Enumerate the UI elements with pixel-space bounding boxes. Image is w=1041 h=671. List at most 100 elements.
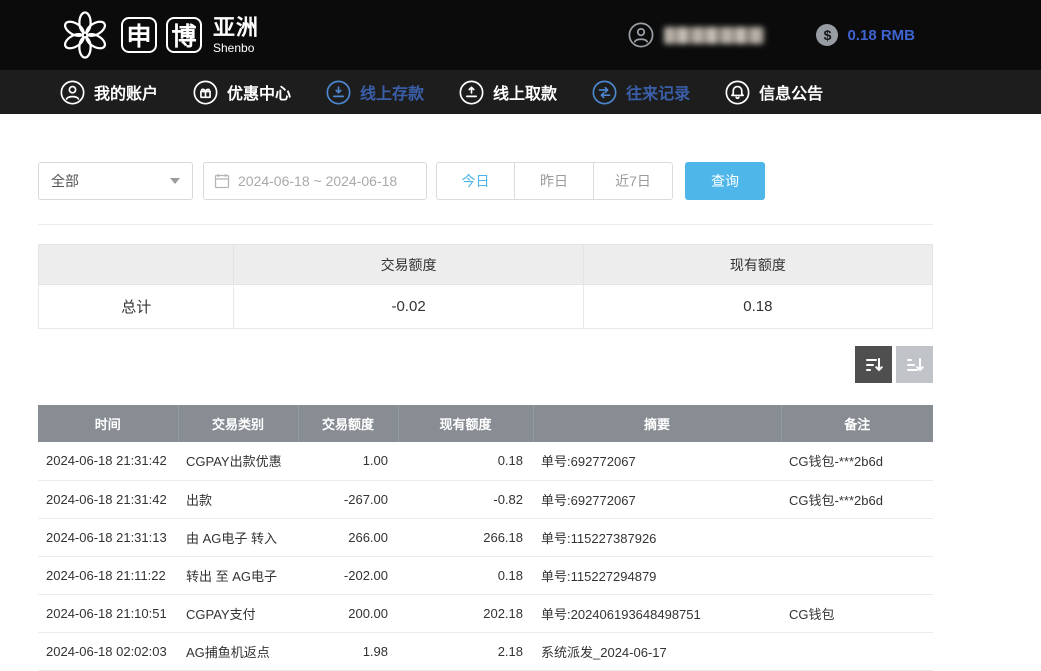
col-header-summary: 摘要 <box>533 405 781 442</box>
nav-item-announcements[interactable]: 信息公告 <box>725 80 823 105</box>
search-button[interactable]: 查询 <box>685 162 765 200</box>
summary-transaction-amount: -0.02 <box>234 285 583 329</box>
col-header-type: 交易类别 <box>178 405 298 442</box>
records-table: 时间 交易类别 交易额度 现有额度 摘要 备注 2024-06-18 21:31… <box>38 405 933 671</box>
table-cell: 266.00 <box>298 518 398 556</box>
table-cell: 2024-06-18 21:31:42 <box>38 442 178 480</box>
records-page: 全部 2024-06-18 ~ 2024-06-18 今日 昨日 近7日 查询 … <box>38 162 933 671</box>
table-cell <box>781 518 933 556</box>
nav-label: 优惠中心 <box>227 80 291 104</box>
nav-label: 线上存款 <box>360 80 424 104</box>
balance-amount: 0.18 RMB <box>847 27 915 44</box>
type-filter-value: 全部 <box>51 171 79 191</box>
transfer-arrows-icon <box>592 80 617 105</box>
table-row: 2024-06-18 21:31:42出款-267.00-0.82单号:6927… <box>38 480 933 518</box>
brand-char-bo: 博 <box>166 17 202 53</box>
col-header-time: 时间 <box>38 405 178 442</box>
gift-icon <box>193 80 218 105</box>
date-range-input[interactable]: 2024-06-18 ~ 2024-06-18 <box>203 162 427 200</box>
table-cell: 单号:692772067 <box>533 480 781 518</box>
sort-ascending-button[interactable] <box>896 346 933 383</box>
col-header-transaction-amount: 交易额度 <box>298 405 398 442</box>
table-cell: -202.00 <box>298 556 398 594</box>
table-cell: 2024-06-18 21:11:22 <box>38 556 178 594</box>
table-cell: 266.18 <box>398 518 533 556</box>
flower-logo-icon <box>58 8 112 62</box>
table-cell: CG钱包-***2b6d <box>781 442 933 480</box>
nav-label: 往来记录 <box>626 80 690 104</box>
table-cell: 单号:202406193648498751 <box>533 594 781 632</box>
balance-display[interactable]: $ 0.18 RMB <box>816 24 915 46</box>
table-cell: 1.00 <box>298 442 398 480</box>
summary-table: 交易额度 现有额度 总计 -0.02 0.18 <box>38 244 933 329</box>
table-cell: 系统派发_2024-06-17 <box>533 632 781 670</box>
summary-total-label: 总计 <box>39 285 234 329</box>
user-account[interactable] <box>628 22 764 48</box>
table-cell: 2.18 <box>398 632 533 670</box>
nav-label: 信息公告 <box>759 80 823 104</box>
nav-item-transaction-records[interactable]: 往来记录 <box>592 80 690 105</box>
table-cell: 2024-06-18 21:31:13 <box>38 518 178 556</box>
table-cell: CG钱包 <box>781 594 933 632</box>
brand-char-shen: 申 <box>121 17 157 53</box>
masked-username <box>664 27 764 44</box>
col-header-current-amount: 现有额度 <box>398 405 533 442</box>
dollar-coin-icon: $ <box>816 24 838 46</box>
table-row: 2024-06-18 21:31:42CGPAY出款优惠1.000.18单号:6… <box>38 442 933 480</box>
date-range-value: 2024-06-18 ~ 2024-06-18 <box>238 173 397 189</box>
nav-item-my-account[interactable]: 我的账户 <box>60 80 158 105</box>
today-button[interactable]: 今日 <box>436 162 515 200</box>
main-nav: 我的账户 优惠中心 线上存款 线上取款 <box>0 70 1041 114</box>
table-cell: 1.98 <box>298 632 398 670</box>
summary-header-empty <box>39 245 234 285</box>
table-cell: 2024-06-18 21:10:51 <box>38 594 178 632</box>
table-cell: 由 AG电子 转入 <box>178 518 298 556</box>
table-cell: 转出 至 AG电子 <box>178 556 298 594</box>
records-table-header-row: 时间 交易类别 交易额度 现有额度 摘要 备注 <box>38 405 933 442</box>
table-cell: 2024-06-18 02:02:03 <box>38 632 178 670</box>
table-cell: 单号:115227294879 <box>533 556 781 594</box>
table-cell: 出款 <box>178 480 298 518</box>
table-cell: AG捕鱼机返点 <box>178 632 298 670</box>
table-cell: 单号:115227387926 <box>533 518 781 556</box>
summary-current-amount: 0.18 <box>583 285 932 329</box>
table-cell: -267.00 <box>298 480 398 518</box>
nav-item-promotions[interactable]: 优惠中心 <box>193 80 291 105</box>
filter-bar: 全部 2024-06-18 ~ 2024-06-18 今日 昨日 近7日 查询 <box>38 162 933 225</box>
records-table-body: 2024-06-18 21:31:42CGPAY出款优惠1.000.18单号:6… <box>38 442 933 670</box>
quick-date-buttons: 今日 昨日 近7日 <box>436 162 673 200</box>
calendar-icon <box>214 173 230 189</box>
sort-descending-button[interactable] <box>855 346 892 383</box>
summary-header-transaction-amount: 交易额度 <box>234 245 583 285</box>
col-header-note: 备注 <box>781 405 933 442</box>
table-row: 2024-06-18 21:31:13由 AG电子 转入266.00266.18… <box>38 518 933 556</box>
type-filter-select[interactable]: 全部 <box>38 162 193 200</box>
table-row: 2024-06-18 21:11:22转出 至 AG电子-202.000.18单… <box>38 556 933 594</box>
nav-label: 我的账户 <box>94 80 158 104</box>
brand-region: 亚洲 <box>213 17 259 39</box>
bell-icon <box>725 80 750 105</box>
brand-logo[interactable]: 申 博 亚洲 Shenbo <box>58 8 259 62</box>
brand-subtitle: Shenbo <box>213 42 259 54</box>
table-cell <box>781 632 933 670</box>
table-cell: 202.18 <box>398 594 533 632</box>
nav-item-online-withdrawal[interactable]: 线上取款 <box>459 80 557 105</box>
user-icon <box>628 22 654 48</box>
user-circle-icon <box>60 80 85 105</box>
sort-controls <box>38 346 933 383</box>
table-cell: 0.18 <box>398 556 533 594</box>
deposit-icon <box>326 80 351 105</box>
chevron-down-icon <box>170 178 180 184</box>
nav-item-online-deposit[interactable]: 线上存款 <box>326 80 424 105</box>
nav-label: 线上取款 <box>493 80 557 104</box>
table-cell: 2024-06-18 21:31:42 <box>38 480 178 518</box>
table-cell: 200.00 <box>298 594 398 632</box>
last-7-days-button[interactable]: 近7日 <box>594 162 673 200</box>
table-cell: CG钱包-***2b6d <box>781 480 933 518</box>
table-cell: 0.18 <box>398 442 533 480</box>
yesterday-button[interactable]: 昨日 <box>515 162 594 200</box>
table-cell <box>781 556 933 594</box>
summary-header-current-amount: 现有额度 <box>583 245 932 285</box>
table-row: 2024-06-18 21:10:51CGPAY支付200.00202.18单号… <box>38 594 933 632</box>
top-header: 申 博 亚洲 Shenbo $ 0.18 RMB <box>0 0 1041 70</box>
